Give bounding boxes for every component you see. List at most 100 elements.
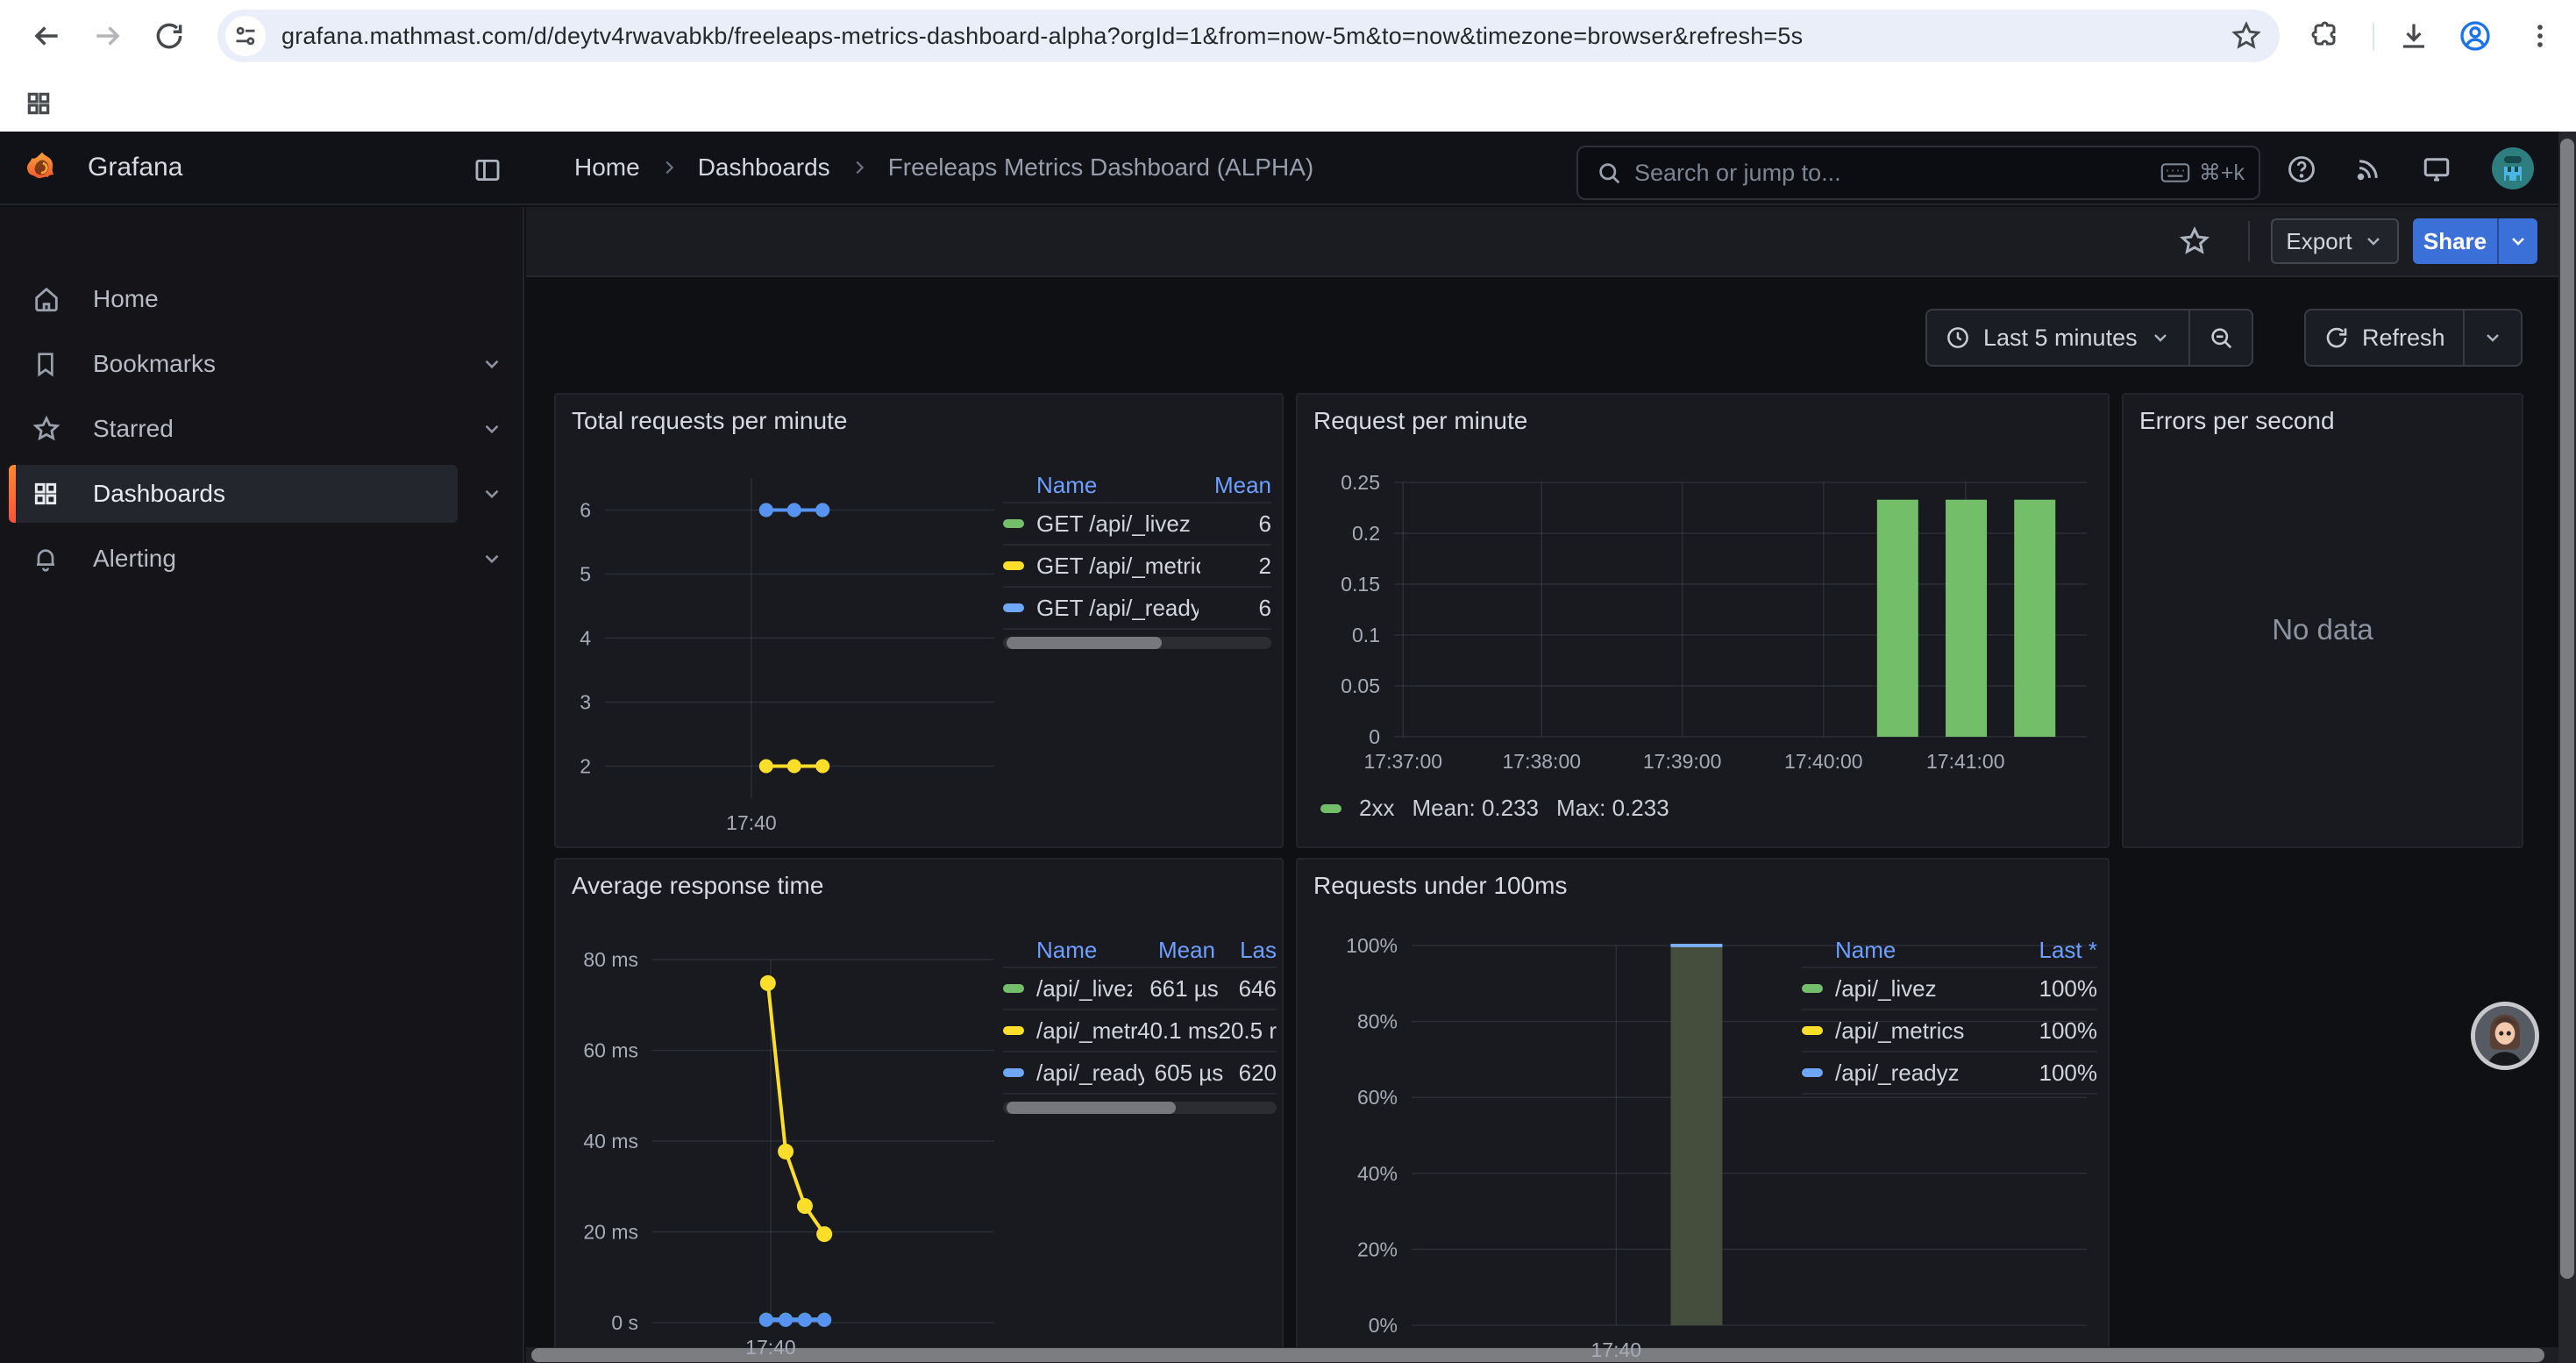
legend-row[interactable]: /api/_metrics 100% (1802, 1010, 2097, 1053)
share-menu-button[interactable] (2497, 218, 2537, 264)
legend-table: Name Mean Las /api/_livez 661 µs 646 /ap… (1003, 933, 1277, 1114)
legend-header: Name Mean (1003, 468, 1271, 503)
url-text[interactable]: grafana.mathmast.com/d/deytv4rwavabkb/fr… (281, 23, 2231, 50)
share-button[interactable]: Share (2413, 218, 2497, 264)
search-input[interactable]: Search or jump to... ⌘+k (1576, 146, 2260, 200)
extensions-icon[interactable] (2304, 14, 2348, 58)
legend-row[interactable]: GET /api/_livez 6 (1003, 503, 1271, 546)
user-avatar[interactable] (2492, 147, 2534, 189)
series-color-pill (1003, 603, 1024, 612)
legend-row[interactable]: /api/_livez 661 µs 646 (1003, 968, 1277, 1010)
tv-kiosk-icon[interactable] (2416, 149, 2457, 189)
legend-row[interactable]: /api/_livez 100% (1802, 968, 2097, 1010)
chevron-down-icon[interactable] (480, 353, 503, 375)
legend-table: Name Mean GET /api/_livez 6 GET /api/_me… (1003, 468, 1271, 649)
avatar-girl-image (2475, 1006, 2535, 1066)
favorite-star-icon[interactable] (2174, 221, 2215, 261)
url-bar[interactable]: grafana.mathmast.com/d/deytv4rwavabkb/fr… (217, 10, 2280, 62)
bookmark-icon (32, 350, 60, 378)
panel-title[interactable]: Errors per second (2139, 407, 2335, 435)
chevron-down-icon[interactable] (480, 417, 503, 440)
chevron-down-icon[interactable] (480, 482, 503, 505)
series-color-pill (1802, 1068, 1823, 1077)
bookmark-star-icon[interactable] (2231, 20, 2262, 52)
svg-text:4: 4 (580, 627, 591, 650)
panel-title[interactable]: Request per minute (1313, 407, 1527, 435)
svg-text:60%: 60% (1357, 1086, 1398, 1109)
reload-icon[interactable] (147, 14, 191, 58)
search-placeholder: Search or jump to... (1634, 160, 2160, 187)
svg-text:17:40: 17:40 (1591, 1338, 1642, 1361)
sidebar-item-dashboards[interactable]: Dashboards (0, 463, 524, 525)
svg-text:0%: 0% (1369, 1314, 1398, 1337)
refresh-interval-button[interactable] (2463, 310, 2521, 365)
svg-text:80 ms: 80 ms (583, 948, 638, 971)
legend-scrollbar[interactable] (1003, 637, 1271, 649)
series-color-pill (1802, 1026, 1823, 1035)
svg-text:80%: 80% (1357, 1010, 1398, 1033)
series-color-pill (1320, 804, 1341, 813)
legend-row[interactable]: /api/_readyz 100% (1802, 1053, 2097, 1095)
legend-row[interactable]: /api/_readyz 605 µs 620 (1003, 1053, 1277, 1095)
legend-inline[interactable]: 2xx Mean: 0.233 Max: 0.233 (1320, 795, 1669, 822)
svg-text:17:40: 17:40 (745, 1336, 796, 1359)
svg-text:40%: 40% (1357, 1162, 1398, 1185)
share-button-group: Share (2413, 218, 2537, 264)
panel-title[interactable]: Requests under 100ms (1313, 872, 1568, 900)
refresh-icon (2323, 325, 2350, 351)
panel-title[interactable]: Average response time (572, 872, 823, 900)
vertical-scrollbar[interactable] (2558, 132, 2576, 1363)
chevron-down-icon (2508, 231, 2529, 252)
breadcrumb-current: Freeleaps Metrics Dashboard (ALPHA) (888, 153, 1314, 182)
sidebar-toggle-icon[interactable] (468, 151, 507, 189)
help-icon[interactable] (2281, 149, 2322, 189)
sidebar-item-bookmarks[interactable]: Bookmarks (0, 333, 524, 395)
panel-errors-per-second: Errors per second No data (2122, 393, 2523, 848)
downloads-icon[interactable] (2392, 14, 2436, 58)
refresh-control: Refresh (2304, 309, 2523, 367)
legend-row[interactable]: /api/_metrics 40.1 ms 20.5 r (1003, 1010, 1277, 1053)
chevron-right-icon (850, 158, 869, 177)
brand-name[interactable]: Grafana (88, 153, 182, 182)
legend-scrollbar[interactable] (1003, 1102, 1277, 1114)
assistant-avatar-widget[interactable] (2471, 1002, 2539, 1070)
breadcrumb-home[interactable]: Home (574, 153, 640, 182)
export-button[interactable]: Export (2271, 218, 2399, 264)
sidebar-item-alerting[interactable]: Alerting (0, 528, 524, 589)
zoom-out-button[interactable] (2188, 310, 2252, 365)
svg-text:0.25: 0.25 (1341, 471, 1380, 494)
time-range-picker[interactable]: Last 5 minutes (1927, 310, 2188, 365)
news-rss-icon[interactable] (2348, 149, 2388, 189)
sidebar-item-starred[interactable]: Starred (0, 398, 524, 460)
apps-grid-icon[interactable] (19, 84, 58, 123)
refresh-label: Refresh (2362, 325, 2445, 352)
back-icon[interactable] (25, 14, 68, 58)
chevron-down-icon[interactable] (480, 547, 503, 570)
series-max: Max: 0.233 (1556, 795, 1669, 822)
forward-icon[interactable] (86, 14, 130, 58)
search-icon (1596, 160, 1622, 186)
sidebar-nav: Home Bookmarks Starred Dashboards (0, 207, 524, 1363)
browser-toolbar: grafana.mathmast.com/d/deytv4rwavabkb/fr… (0, 0, 2576, 72)
series-color-pill (1003, 561, 1024, 570)
star-icon (32, 414, 61, 444)
legend-row[interactable]: GET /api/_readyz 6 (1003, 588, 1271, 630)
site-settings-icon[interactable] (225, 16, 266, 56)
sidebar-item-home[interactable]: Home (0, 268, 524, 330)
profile-icon[interactable] (2453, 14, 2497, 58)
browser-menu-icon[interactable] (2518, 14, 2562, 58)
svg-text:40 ms: 40 ms (583, 1130, 638, 1152)
panel-request-per-minute: Request per minute 0.250.20.150.10.05017… (1296, 393, 2110, 848)
series-name: 2xx (1359, 795, 1394, 822)
refresh-button[interactable]: Refresh (2306, 310, 2463, 365)
panel-title[interactable]: Total requests per minute (572, 407, 847, 435)
breadcrumb-dashboards[interactable]: Dashboards (698, 153, 830, 182)
svg-text:17:40: 17:40 (726, 811, 777, 834)
series-mean: Mean: 0.233 (1412, 795, 1539, 822)
legend-row[interactable]: GET /api/_metrics 2 (1003, 546, 1271, 588)
grafana-logo[interactable] (25, 151, 60, 186)
series-color-pill (1003, 1026, 1024, 1035)
svg-text:17:38:00: 17:38:00 (1503, 750, 1582, 773)
grafana-header: Grafana Home Dashboards Freeleaps Metric… (0, 132, 2576, 205)
series-color-pill (1003, 519, 1024, 528)
